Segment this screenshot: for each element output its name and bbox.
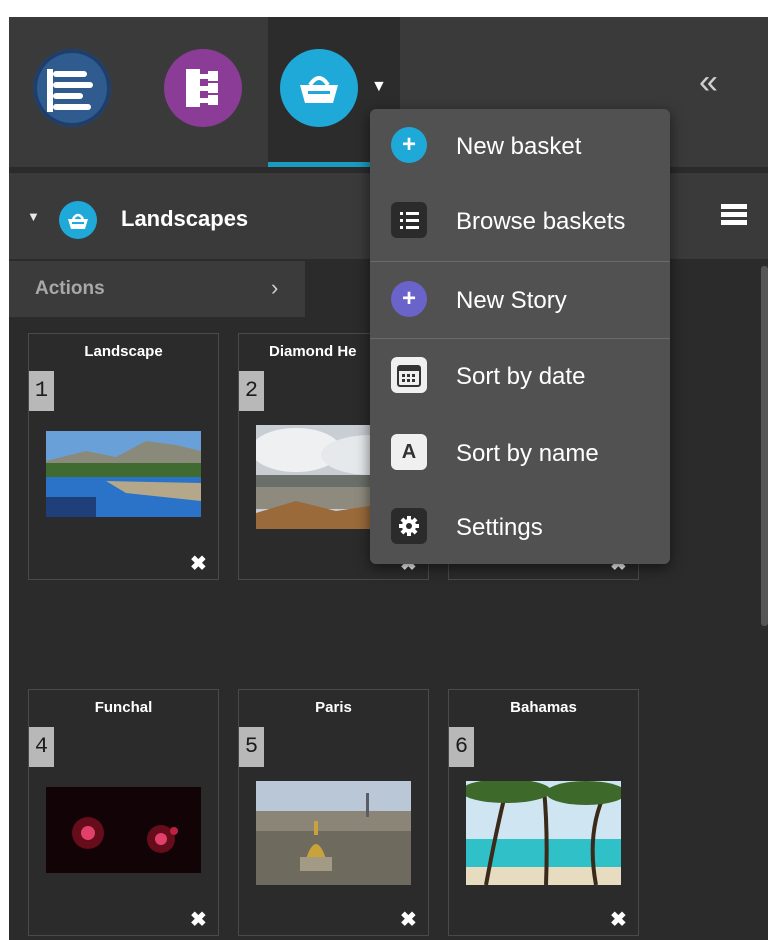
- chevron-right-icon: ›: [271, 275, 279, 300]
- menu-item-new-story[interactable]: + New Story: [370, 269, 670, 331]
- landscape-thumbnail[interactable]: [46, 431, 201, 517]
- remove-icon[interactable]: ✖: [190, 910, 207, 930]
- basket-icon: [59, 201, 97, 239]
- remove-icon[interactable]: ✖: [610, 910, 627, 930]
- baskets-tool-button[interactable]: [280, 49, 358, 127]
- menu-item-label: New Story: [456, 287, 567, 314]
- reports-icon: [47, 69, 93, 112]
- menu-item-label: Sort by date: [456, 363, 586, 390]
- funchal-thumbnail[interactable]: [46, 787, 201, 873]
- collapse-panel-button[interactable]: «: [699, 65, 718, 99]
- menu-item-label: Browse baskets: [456, 208, 626, 235]
- menu-item-sort-by-name[interactable]: A Sort by name: [370, 422, 670, 484]
- plus-circle-icon: +: [391, 127, 427, 163]
- card-number: 1: [29, 371, 54, 411]
- menu-separator: [370, 338, 670, 339]
- menu-item-label: Settings: [456, 514, 543, 541]
- reports-tool-button[interactable]: [33, 49, 111, 127]
- image-card[interactable]: Landscape 1 ✖: [28, 333, 219, 580]
- baskets-dropdown-caret[interactable]: ▼: [371, 78, 387, 96]
- menu-separator: [370, 261, 670, 262]
- remove-icon[interactable]: ✖: [400, 910, 417, 930]
- expand-caret-icon[interactable]: ▼: [27, 209, 40, 224]
- hierarchy-tool-button[interactable]: [164, 49, 242, 127]
- plus-circle-icon: +: [391, 281, 427, 317]
- menu-item-label: New basket: [456, 133, 582, 160]
- list-icon: [391, 202, 427, 238]
- card-title: Paris: [315, 699, 352, 716]
- hamburger-menu-icon[interactable]: [721, 204, 747, 228]
- paris-thumbnail[interactable]: [256, 781, 411, 885]
- letter-a-icon: A: [391, 434, 427, 470]
- actions-label: Actions: [35, 278, 105, 299]
- image-card[interactable]: Paris 5 ✖: [238, 689, 429, 936]
- scrollbar[interactable]: [761, 266, 768, 626]
- menu-item-browse-baskets[interactable]: Browse baskets: [370, 190, 670, 252]
- card-number: 2: [239, 371, 264, 411]
- card-title: Landscape: [84, 343, 163, 360]
- actions-bar[interactable]: Actions ›: [9, 261, 305, 317]
- menu-item-label: Sort by name: [456, 440, 599, 467]
- remove-icon[interactable]: ✖: [190, 554, 207, 574]
- calendar-icon: [391, 357, 427, 393]
- basket-title: Landscapes: [121, 206, 249, 231]
- gear-icon: [391, 508, 427, 544]
- image-card[interactable]: Bahamas 6 ✖: [448, 689, 639, 936]
- image-card[interactable]: Funchal 4 ✖: [28, 689, 219, 936]
- card-title: Funchal: [94, 699, 153, 716]
- menu-item-new-basket[interactable]: + New basket: [370, 115, 670, 177]
- baskets-dropdown-menu: + New basket Browse baskets + New Story: [370, 109, 670, 564]
- menu-item-sort-by-date[interactable]: Sort by date: [370, 345, 670, 407]
- card-title: Bahamas: [510, 699, 577, 716]
- card-number: 4: [29, 727, 54, 767]
- basket-icon: [300, 76, 338, 103]
- card-number: 5: [239, 727, 264, 767]
- basket-panel: ▼ « ▼ Landscapes Actions › Landscape 1 ✖…: [9, 17, 768, 940]
- menu-item-settings[interactable]: Settings: [370, 496, 670, 558]
- hierarchy-icon: [186, 69, 218, 107]
- bahamas-thumbnail[interactable]: [466, 781, 621, 885]
- card-number: 6: [449, 727, 474, 767]
